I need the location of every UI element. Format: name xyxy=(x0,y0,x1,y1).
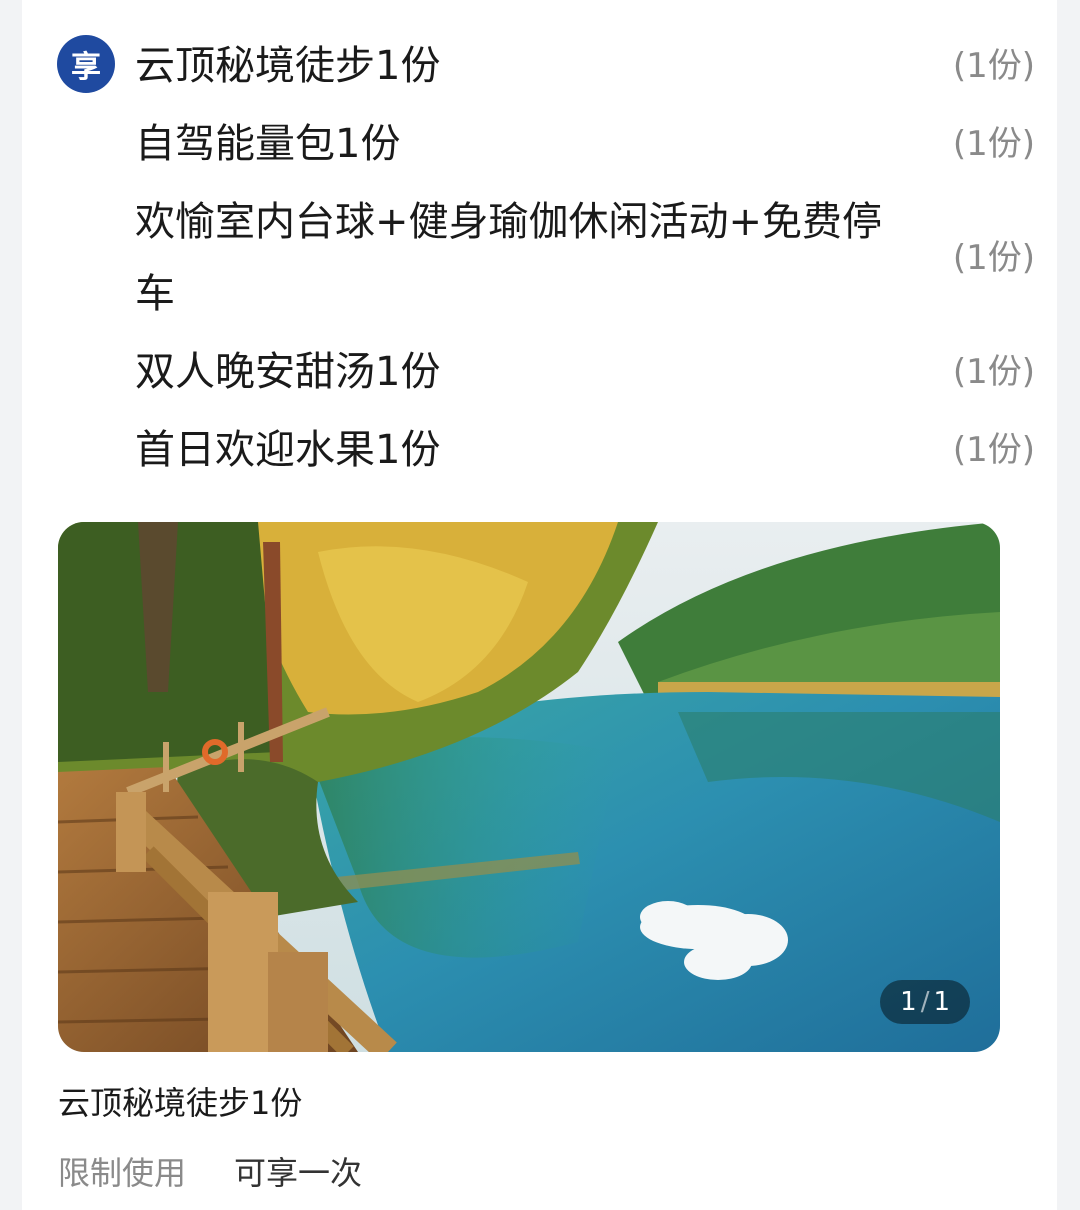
item-quantity: (1份) xyxy=(952,430,1035,470)
package-card: 享 云顶秘境徒步1份 (1份) 自驾能量包1份 (1份) 欢愉室内台球+健身瑜伽… xyxy=(22,0,1057,1210)
list-item: 自驾能量包1份 (1份) xyxy=(135,108,1035,180)
item-quantity: (1份) xyxy=(952,124,1035,164)
list-item: 欢愉室内台球+健身瑜伽休闲活动+免费停车 (1份) xyxy=(135,186,1035,330)
list-item: 双人晚安甜汤1份 (1份) xyxy=(135,336,1035,408)
pager-separator: / xyxy=(920,987,930,1017)
pager-total: 1 xyxy=(933,987,950,1017)
usage-limit-value: 可享一次 xyxy=(234,1154,363,1192)
image-caption: 云顶秘境徒步1份 xyxy=(58,1084,303,1122)
usage-limit-label: 限制使用 xyxy=(58,1154,187,1192)
lake-forest-photo xyxy=(58,522,1000,1052)
item-quantity: (1份) xyxy=(952,352,1035,392)
enjoy-badge-icon: 享 xyxy=(57,35,115,93)
item-name: 欢愉室内台球+健身瑜伽休闲活动+免费停车 xyxy=(135,199,883,317)
item-name: 自驾能量包1份 xyxy=(135,121,401,167)
item-name: 首日欢迎水果1份 xyxy=(135,427,441,473)
item-quantity: (1份) xyxy=(952,46,1035,86)
list-item: 云顶秘境徒步1份 (1份) xyxy=(135,30,1035,102)
badge-label: 享 xyxy=(71,50,101,85)
item-quantity: (1份) xyxy=(952,238,1035,278)
pager-current: 1 xyxy=(900,987,917,1017)
hero-image-carousel[interactable]: 1 / 1 xyxy=(58,522,1000,1052)
image-page-indicator: 1 / 1 xyxy=(880,980,970,1024)
list-item: 首日欢迎水果1份 (1份) xyxy=(135,414,1035,486)
item-name: 云顶秘境徒步1份 xyxy=(135,43,441,89)
item-name: 双人晚安甜汤1份 xyxy=(135,349,441,395)
